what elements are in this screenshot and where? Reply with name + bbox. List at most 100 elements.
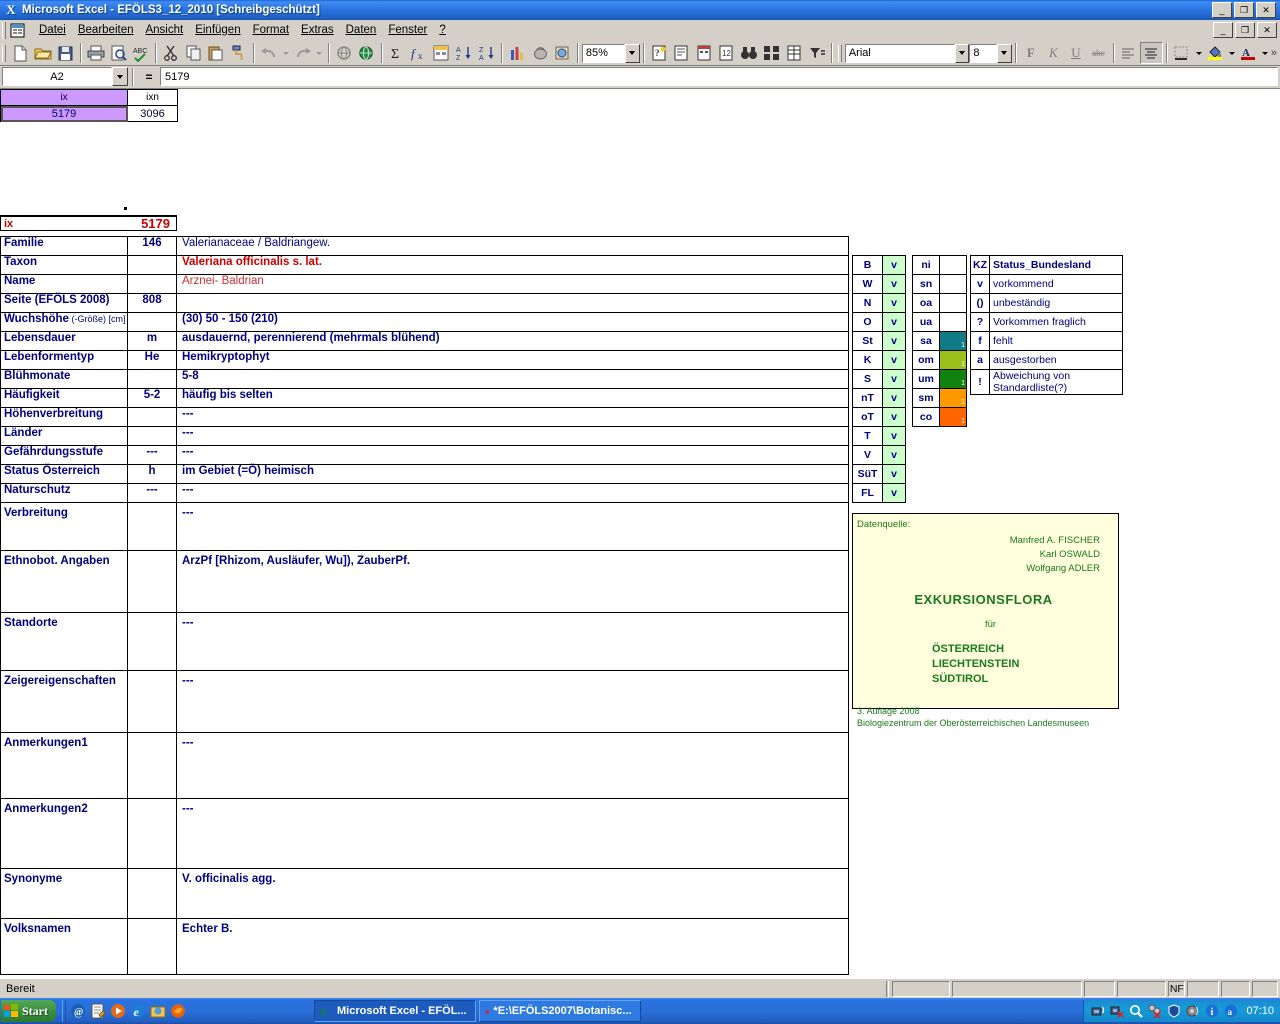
save-icon[interactable] xyxy=(54,42,77,64)
record-value-13[interactable]: --- xyxy=(176,483,849,503)
header-ixn[interactable]: ixn xyxy=(127,89,178,106)
zone-value-co[interactable]: 1 xyxy=(939,407,967,427)
toolbar-overflow-button[interactable]: » xyxy=(1271,47,1277,59)
cell-a2-selected[interactable]: 5179 xyxy=(0,105,128,122)
drawing-icon[interactable] xyxy=(529,42,552,64)
record-code-21[interactable] xyxy=(127,918,177,975)
borders-icon[interactable] xyxy=(1171,42,1194,64)
formula-input[interactable]: 5179 xyxy=(160,67,1278,86)
record-code-20[interactable] xyxy=(127,868,177,919)
record-label-0[interactable]: Familie xyxy=(0,236,128,256)
selection-fill-handle[interactable] xyxy=(123,206,128,211)
acrobat-icon[interactable]: a xyxy=(1223,1003,1239,1019)
record-value-16[interactable]: --- xyxy=(176,612,849,671)
record-label-4[interactable]: Wuchshöhe (-Größe) [cm] xyxy=(0,312,128,332)
record-label-17[interactable]: Zeigereigenschaften xyxy=(0,670,128,733)
record-label-7[interactable]: Blühmonate xyxy=(0,369,128,389)
sort-ascending-pivot-icon[interactable] xyxy=(431,42,454,64)
taskbar-button-excel[interactable]: X Microsoft Excel - EFÖL... xyxy=(314,1000,476,1022)
zoom-dropdown-button[interactable] xyxy=(625,43,640,63)
zoom-tool-icon[interactable] xyxy=(551,42,574,64)
record-label-3[interactable]: Seite (EFÖLS 2008) xyxy=(0,293,128,313)
web-toolbar-icon[interactable] xyxy=(355,42,378,64)
bundesland-abbr-V[interactable]: V xyxy=(852,445,883,465)
font-size-dropdown-button[interactable] xyxy=(996,43,1012,63)
bundesland-abbr-K[interactable]: K xyxy=(852,350,883,370)
bundesland-abbr-N[interactable]: N xyxy=(852,293,883,313)
bundesland-status-St[interactable]: v xyxy=(882,331,906,351)
bundesland-status-O[interactable]: v xyxy=(882,312,906,332)
bundesland-abbr-W[interactable]: W xyxy=(852,274,883,294)
zone-abbr-sm[interactable]: sm xyxy=(912,388,940,408)
group-cells-icon[interactable] xyxy=(760,42,783,64)
bold-button[interactable]: F xyxy=(1020,42,1043,64)
bundesland-status-T[interactable]: v xyxy=(882,426,906,446)
start-button[interactable]: Start xyxy=(1,1000,56,1022)
print-icon[interactable] xyxy=(85,42,108,64)
record-value-15[interactable]: ArzPf [Rhizom, Ausläufer, Wu]), ZauberPf… xyxy=(176,550,849,613)
record-label-20[interactable]: Synonyme xyxy=(0,868,128,919)
bundesland-abbr-St[interactable]: St xyxy=(852,331,883,351)
underline-button[interactable]: U xyxy=(1065,42,1088,64)
record-code-0[interactable]: 146 xyxy=(127,236,177,256)
record-label-14[interactable]: Verbreitung xyxy=(0,502,128,551)
record-label-16[interactable]: Standorte xyxy=(0,612,128,671)
menu-item-daten[interactable]: Daten xyxy=(340,21,383,40)
zone-abbr-ni[interactable]: ni xyxy=(912,255,940,275)
info-icon[interactable]: i xyxy=(1204,1003,1220,1019)
bundesland-status-B[interactable]: v xyxy=(882,255,906,275)
record-value-5[interactable]: ausdauernd, perennierend (mehrmals blühe… xyxy=(176,331,849,351)
zone-value-um[interactable]: 1 xyxy=(939,369,967,389)
zoom-combobox[interactable]: 85% xyxy=(581,43,626,63)
record-label-13[interactable]: Naturschutz xyxy=(0,483,128,503)
bundesland-abbr-oT[interactable]: oT xyxy=(852,407,883,427)
workbook-icon[interactable] xyxy=(9,22,27,39)
doc-restore-button[interactable]: ❐ xyxy=(1235,22,1255,38)
paste-function-icon[interactable]: fx xyxy=(408,42,431,64)
toolbar-grip-2[interactable] xyxy=(837,44,842,62)
record-code-2[interactable] xyxy=(127,274,177,294)
media-player-icon[interactable] xyxy=(109,1003,126,1020)
bundesland-status-oT[interactable]: v xyxy=(882,407,906,427)
record-label-8[interactable]: Häufigkeit xyxy=(0,388,128,408)
record-code-9[interactable] xyxy=(127,407,177,427)
borders-dropdown-icon[interactable] xyxy=(1193,42,1204,64)
record-code-13[interactable]: --- xyxy=(127,483,177,503)
zone-value-ua[interactable] xyxy=(939,312,967,332)
record-code-14[interactable] xyxy=(127,502,177,551)
zone-abbr-om[interactable]: om xyxy=(912,350,940,370)
record-value-8[interactable]: häufig bis selten xyxy=(176,388,849,408)
record-label-19[interactable]: Anmerkungen2 xyxy=(0,798,128,869)
bundesland-abbr-T[interactable]: T xyxy=(852,426,883,446)
record-value-1[interactable]: Valeriana officinalis s. lat. xyxy=(176,255,849,275)
record-value-9[interactable]: --- xyxy=(176,407,849,427)
internet-explorer-icon[interactable]: e xyxy=(129,1003,146,1020)
zone-value-om[interactable]: 1 xyxy=(939,350,967,370)
zone-abbr-ua[interactable]: ua xyxy=(912,312,940,332)
menubar-grip[interactable] xyxy=(2,21,6,39)
bundesland-abbr-nT[interactable]: nT xyxy=(852,388,883,408)
sound-icon[interactable] xyxy=(1185,1003,1201,1019)
system-clock[interactable]: 07:10 xyxy=(1246,1005,1274,1017)
record-value-14[interactable]: --- xyxy=(176,502,849,551)
filter-icon[interactable] xyxy=(805,42,828,64)
record-value-11[interactable]: --- xyxy=(176,445,849,465)
menu-item-extras[interactable]: Extras xyxy=(295,21,340,40)
doc-close-button[interactable]: ✕ xyxy=(1257,22,1277,38)
record-label-6[interactable]: Lebenformentyp xyxy=(0,350,128,370)
bundesland-status-W[interactable]: v xyxy=(882,274,906,294)
record-label-2[interactable]: Name xyxy=(0,274,128,294)
record-value-17[interactable]: --- xyxy=(176,670,849,733)
zone-value-ni[interactable] xyxy=(939,255,967,275)
record-label-10[interactable]: Länder xyxy=(0,426,128,446)
record-value-10[interactable]: --- xyxy=(176,426,849,446)
record-code-19[interactable] xyxy=(127,798,177,869)
zone-abbr-sa[interactable]: sa xyxy=(912,331,940,351)
record-code-6[interactable]: He xyxy=(127,350,177,370)
bundesland-status-V[interactable]: v xyxy=(882,445,906,465)
record-value-19[interactable]: --- xyxy=(176,798,849,869)
bundesland-abbr-S[interactable]: S xyxy=(852,369,883,389)
minimize-button[interactable]: _ xyxy=(1212,2,1232,18)
header-ix[interactable]: ix xyxy=(0,89,128,106)
taskbar-button-document[interactable]: *E:\EFÖLS2007\Botanisc... xyxy=(478,1000,641,1022)
